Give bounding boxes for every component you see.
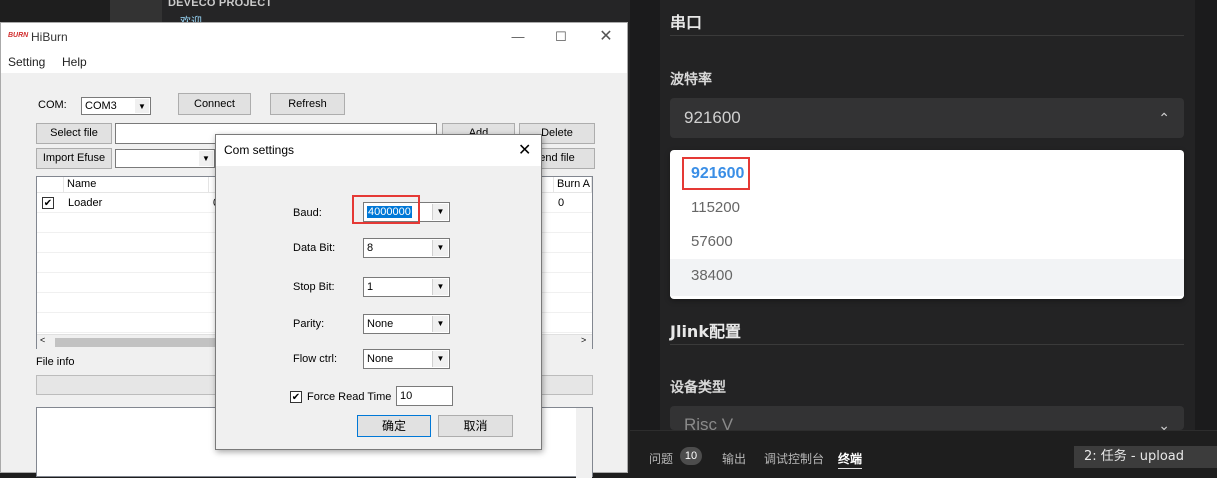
connect-button[interactable]: Connect [178, 93, 251, 115]
baud-option-label: 57600 [691, 233, 733, 250]
cancel-button[interactable]: 取消 [438, 415, 513, 437]
dropdown-arrow-icon: ▼ [199, 151, 213, 166]
dialog-title: Com settings [224, 143, 295, 157]
menu-help[interactable]: Help [62, 55, 87, 69]
file-info-label: File info [36, 356, 75, 368]
baud-option-label: 115200 [691, 199, 740, 216]
tab-debug-console[interactable]: 调试控制台 [764, 450, 824, 467]
burn-logo: BURN [8, 32, 29, 39]
baud-rate-label: 波特率 [670, 72, 712, 88]
dropdown-arrow-icon: ▼ [432, 204, 448, 220]
dropdown-arrow-icon: ▼ [432, 279, 448, 295]
stopbit-value: 1 [367, 281, 374, 293]
parity-value: None [367, 318, 394, 330]
divider [670, 35, 1184, 36]
baud-rate-value: 921600 [684, 108, 741, 127]
minimize-icon[interactable]: — [503, 27, 533, 47]
force-read-time-value: 10 [400, 390, 413, 402]
stopbit-label: Stop Bit: [293, 281, 335, 293]
hiburn-menubar: Setting Help [1, 53, 627, 73]
databit-label: Data Bit: [293, 242, 336, 254]
problems-count-badge: 10 [680, 447, 702, 465]
menu-setting[interactable]: Setting [8, 55, 45, 69]
com-settings-dialog: Com settings ✕ Baud: 4000000 ▼ Data Bit:… [215, 134, 542, 450]
log-scrollbar[interactable] [576, 408, 592, 478]
databit-value: 8 [367, 242, 374, 254]
flow-ctrl-value: None [367, 353, 394, 365]
tab-problems[interactable]: 问题 [649, 450, 673, 467]
ide-activity-strip [110, 0, 162, 24]
serial-section-title: 串口 [670, 13, 703, 32]
chevron-down-icon: ⌄ [1158, 417, 1170, 430]
terminal-task-select[interactable]: 2: 任务 - upload [1074, 446, 1217, 468]
stopbit-select[interactable]: 1 ▼ [363, 277, 450, 297]
row-name: Loader [68, 197, 103, 209]
com-value: COM3 [85, 100, 117, 112]
baud-rate-select[interactable]: 921600 ⌃ [670, 98, 1184, 138]
table-header-burn[interactable]: Burn A [554, 177, 592, 193]
flow-ctrl-select[interactable]: None ▼ [363, 349, 450, 369]
parity-label: Parity: [293, 318, 325, 330]
parity-select[interactable]: None ▼ [363, 314, 450, 334]
dropdown-arrow-icon: ▼ [432, 240, 448, 256]
ide-explorer: DEVECO PROJECT 欢迎 [162, 0, 630, 28]
scroll-thumb[interactable] [55, 338, 215, 347]
force-read-time-input[interactable]: 10 [396, 386, 453, 406]
force-read-label: Force Read Time [307, 391, 392, 403]
efuse-select[interactable]: ▼ [115, 149, 215, 168]
jlink-section-title: Jlink配置 [670, 322, 741, 341]
row-burn-addr: 0 [558, 197, 565, 209]
row-checkbox[interactable]: ✔ [42, 197, 54, 209]
device-type-select[interactable]: Risc V ⌄ [670, 406, 1184, 430]
hiburn-titlebar[interactable]: BURN HiBurn — ☐ ✕ [1, 23, 627, 53]
force-read-checkbox[interactable]: ✔ [290, 391, 302, 403]
refresh-button[interactable]: Refresh [270, 93, 345, 115]
baud-option-38400[interactable]: 38400 [670, 259, 1184, 296]
dropdown-arrow-icon: ▼ [432, 351, 448, 367]
com-select[interactable]: COM3 ▼ [81, 97, 151, 115]
tab-terminal[interactable]: 终端 [838, 450, 863, 469]
close-icon[interactable]: ✕ [518, 140, 531, 160]
ok-button[interactable]: 确定 [357, 415, 431, 437]
table-header-name[interactable]: Name [64, 177, 209, 193]
device-type-value: Risc V [684, 415, 734, 430]
config-panel-scrollbar[interactable] [1197, 0, 1217, 430]
scroll-right-icon[interactable]: > [581, 335, 586, 345]
baud-option-label: 38400 [691, 267, 733, 284]
maximize-icon[interactable]: ☐ [546, 27, 576, 47]
select-file-button[interactable]: Select file [36, 123, 112, 144]
highlight-box [682, 157, 750, 190]
divider [670, 344, 1184, 345]
device-type-label: 设备类型 [670, 380, 726, 396]
highlight-box [352, 195, 420, 224]
baud-option-115200[interactable]: 115200 [670, 191, 1184, 225]
scroll-left-icon[interactable]: < [40, 335, 45, 345]
window-title: HiBurn [31, 30, 68, 44]
table-header-check [37, 177, 64, 193]
databit-select[interactable]: 8 ▼ [363, 238, 450, 258]
import-efuse-button[interactable]: Import Efuse [36, 148, 112, 169]
chevron-up-icon: ⌃ [1158, 110, 1170, 126]
dropdown-arrow-icon: ▼ [432, 316, 448, 332]
flow-ctrl-label: Flow ctrl: [293, 353, 337, 365]
close-icon[interactable]: ✕ [591, 27, 621, 47]
tab-output[interactable]: 输出 [722, 450, 746, 467]
baud-label: Baud: [293, 207, 322, 219]
dropdown-arrow-icon: ▼ [135, 99, 149, 113]
dialog-titlebar[interactable]: Com settings ✕ [216, 135, 541, 166]
baud-option-57600[interactable]: 57600 [670, 225, 1184, 259]
com-label: COM: [38, 99, 67, 111]
project-header[interactable]: DEVECO PROJECT [168, 0, 272, 9]
